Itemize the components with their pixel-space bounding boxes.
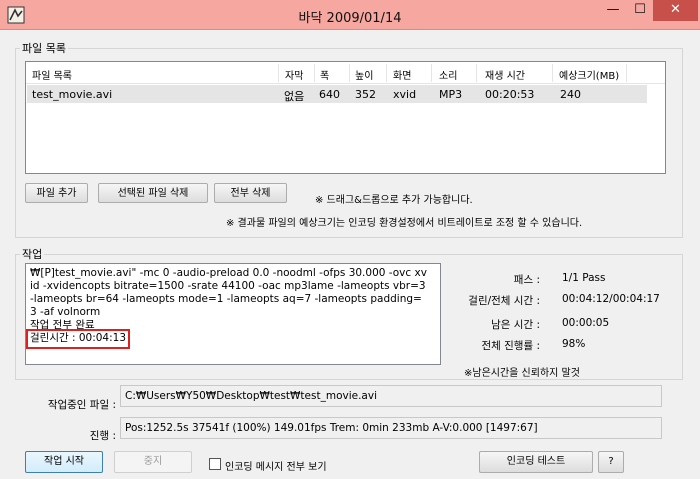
- encoding-test-button[interactable]: 인코딩 테스트: [479, 451, 593, 473]
- minimize-button[interactable]: —: [600, 0, 626, 21]
- start-button[interactable]: 작업 시작: [25, 451, 103, 473]
- column-separator: [476, 64, 477, 82]
- column-separator: [386, 64, 387, 82]
- column-separator: [552, 64, 553, 82]
- table-cell-subtitle: 없음: [284, 90, 305, 103]
- stop-button[interactable]: 중지: [114, 451, 192, 473]
- column-separator: [278, 64, 279, 82]
- remaining-time-note: ※남은시간을 신뢰하지 말것: [464, 368, 580, 379]
- remaining-time-value: 00:00:05: [562, 317, 610, 329]
- work-group-label: 작업: [20, 246, 45, 262]
- elapsed-time-highlight: [26, 329, 130, 349]
- elapsed-total-label: 걸린/전체 시간 :: [468, 295, 540, 307]
- progress-label: 진행 :: [89, 430, 116, 442]
- remove-all-button[interactable]: 전부 삭제: [214, 183, 287, 203]
- close-button[interactable]: ✕: [653, 0, 698, 21]
- size-note: ※ 결과물 파일의 예상크기는 인코딩 환경설정에서 비트레이트로 조정 할 수…: [226, 218, 583, 229]
- pass-value: 1/1 Pass: [562, 272, 606, 284]
- current-file-label: 작업중인 파일 :: [47, 399, 116, 411]
- maximize-button[interactable]: ☐: [627, 0, 653, 21]
- table-cell-width: 640: [319, 88, 340, 101]
- column-separator: [349, 64, 350, 82]
- file-list-group-label: 파일 목록: [20, 40, 68, 56]
- window-title: 바닥 2009/01/14: [298, 11, 402, 26]
- column-header-height[interactable]: 높이: [355, 67, 373, 82]
- table-cell-duration: 00:20:53: [485, 88, 535, 101]
- column-header-filename[interactable]: 파일 목록: [32, 67, 72, 82]
- column-header-est-size[interactable]: 예상크기(MB): [559, 67, 619, 82]
- column-separator: [431, 64, 432, 82]
- column-header-duration[interactable]: 재생 시간: [485, 67, 525, 82]
- show-all-messages-checkbox[interactable]: [209, 458, 221, 470]
- table-cell-filename: test_movie.avi: [32, 88, 113, 101]
- encoding-log[interactable]: ₩[P]test_movie.avi" -mc 0 -audio-preload…: [25, 263, 441, 365]
- table-cell-height: 352: [355, 88, 376, 101]
- file-list[interactable]: 파일 목록 자막 폭 높이 화면 소리 재생 시간 예상크기(MB) test_…: [25, 61, 666, 174]
- table-cell-audio: MP3: [439, 88, 463, 101]
- column-header-width[interactable]: 폭: [320, 67, 329, 82]
- progress-field: Pos:1252.5s 37541f (100%) 149.01fps Trem…: [120, 417, 662, 439]
- drag-drop-note: ※ 드래그&드롭으로 추가 가능합니다.: [315, 195, 473, 206]
- elapsed-total-value: 00:04:12/00:04:17: [562, 293, 660, 305]
- add-file-button[interactable]: 파일 추가: [25, 183, 88, 203]
- column-header-subtitle[interactable]: 자막: [285, 67, 303, 82]
- remaining-time-label: 남은 시간 :: [491, 319, 540, 331]
- column-separator: [314, 64, 315, 82]
- column-separator: [626, 64, 627, 82]
- total-progress-label: 전체 진행률 :: [481, 340, 540, 352]
- table-cell-est-size: 240: [560, 88, 581, 101]
- total-progress-value: 98%: [562, 338, 586, 350]
- table-cell-video: xvid: [393, 88, 417, 101]
- remove-selected-button[interactable]: 선택된 파일 삭제: [98, 183, 208, 203]
- show-all-messages-label[interactable]: 인코딩 메시지 전부 보기: [225, 458, 327, 473]
- column-header-video[interactable]: 화면: [393, 67, 411, 82]
- column-header-audio[interactable]: 소리: [439, 67, 457, 82]
- pass-label: 패스 :: [513, 274, 540, 286]
- log-line: ₩[P]test_movie.avi" -mc 0 -audio-preload…: [30, 267, 429, 318]
- help-button[interactable]: ?: [598, 451, 624, 473]
- current-file-field: C:₩Users₩Y50₩Desktop₩test₩test_movie.avi: [120, 385, 662, 407]
